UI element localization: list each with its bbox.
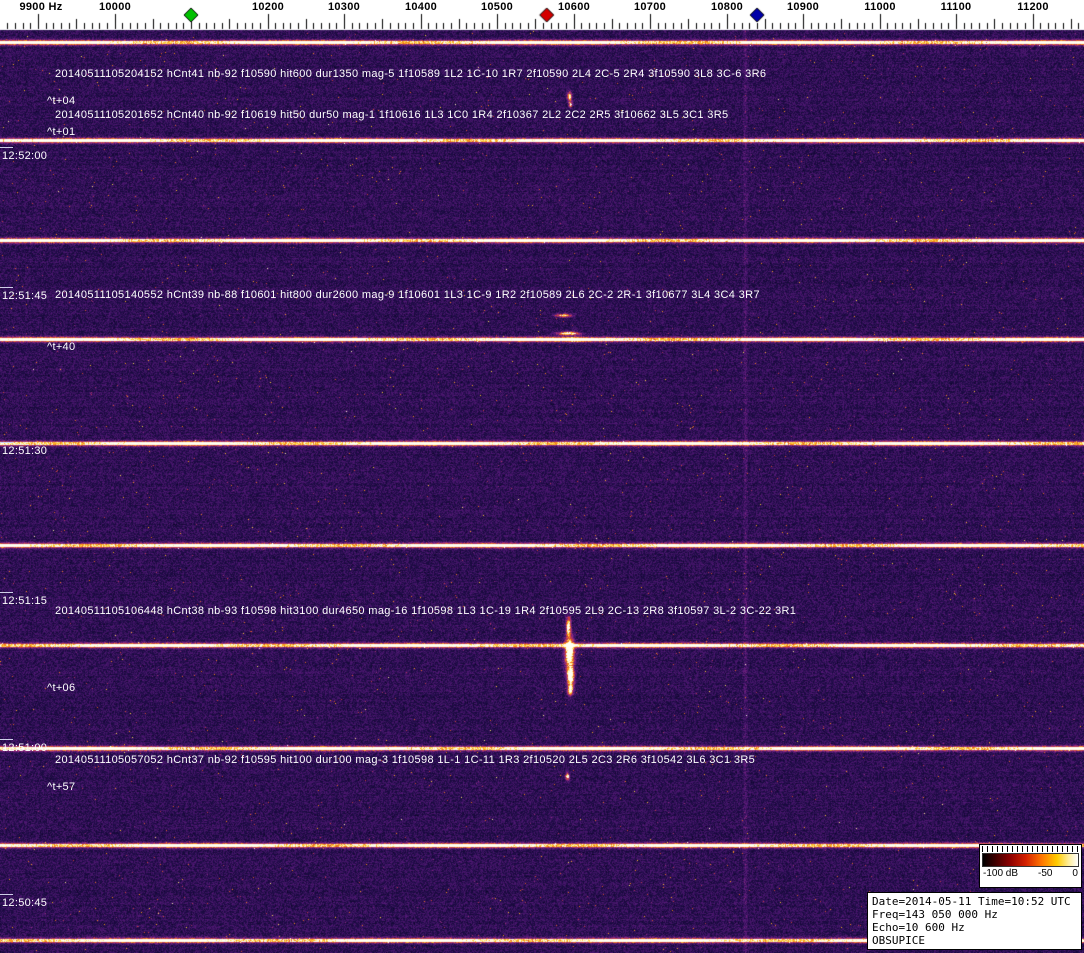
colorbar-labels: -100 dB -50 0 xyxy=(980,867,1081,879)
detection-line: 20140511105057052 hCnt37 nb-92 f10595 hi… xyxy=(55,754,756,766)
colorbar-max-label: 0 xyxy=(1072,868,1078,879)
detection-offset-tag: ^t+04 xyxy=(47,95,76,107)
detection-offset-tag: ^t+40 xyxy=(47,341,76,353)
freq-tick-label: 10200 xyxy=(251,1,285,13)
info-station: OBSUPICE xyxy=(872,934,925,947)
detection-offset-tag: ^t+57 xyxy=(47,781,76,793)
freq-tick-label: 11200 xyxy=(1017,1,1049,13)
freq-tick-label: 10700 xyxy=(633,1,667,13)
time-tick-label: 12:52:00 xyxy=(0,147,48,162)
time-tick-label: 12:51:15 xyxy=(0,592,48,607)
freq-tick-label: 10500 xyxy=(480,1,514,13)
freq-tick-label: 9900 Hz xyxy=(19,1,63,13)
freq-tick-label: 10600 xyxy=(557,1,591,13)
freq-tick-label: 10300 xyxy=(327,1,361,13)
info-echo: Echo=10 600 Hz xyxy=(872,921,965,934)
time-tick-label: 12:51:45 xyxy=(0,287,48,302)
freq-tick-label: 10400 xyxy=(404,1,438,13)
colorbar-gradient xyxy=(982,853,1079,867)
freq-tick-label: 10800 xyxy=(710,1,744,13)
freq-tick-label: 11000 xyxy=(864,1,896,13)
spectrogram-canvas xyxy=(0,0,1084,953)
detection-line: 20140511105204152 hCnt41 nb-92 f10590 hi… xyxy=(55,68,767,80)
detection-line: 20140511105106448 hCnt38 nb-93 f10598 hi… xyxy=(55,605,797,617)
freq-tick-label: 10000 xyxy=(98,1,132,13)
time-tick-label: 12:51:00 xyxy=(0,739,48,754)
detection-line: 20140511105140552 hCnt39 nb-88 f10601 hi… xyxy=(55,289,760,301)
freq-tick-label: 10900 xyxy=(786,1,820,13)
freq-tick-label: 11100 xyxy=(940,1,972,13)
detection-line: 20140511105201652 hCnt40 nb-92 f10619 hi… xyxy=(55,109,729,121)
spectrogram-app: 9900 Hz 10000 10200 10300 10400 10500 10… xyxy=(0,0,1084,953)
info-date-time: Date=2014-05-11 Time=10:52 UTC xyxy=(872,895,1071,908)
station-info-box: Date=2014-05-11 Time=10:52 UTC Freq=143 … xyxy=(867,892,1082,950)
time-tick-label: 12:50:45 xyxy=(0,894,48,909)
detection-offset-tag: ^t+06 xyxy=(47,682,76,694)
info-frequency: Freq=143 050 000 Hz xyxy=(872,908,998,921)
detection-offset-tag: ^t+01 xyxy=(47,126,76,138)
time-tick-label: 12:51:30 xyxy=(0,442,48,457)
colorbar-mid-label: -50 xyxy=(1038,868,1053,879)
colorbar-min-label: -100 dB xyxy=(983,868,1019,879)
colorbar: -100 dB -50 0 xyxy=(979,844,1082,888)
colorbar-ticks xyxy=(982,846,1079,852)
